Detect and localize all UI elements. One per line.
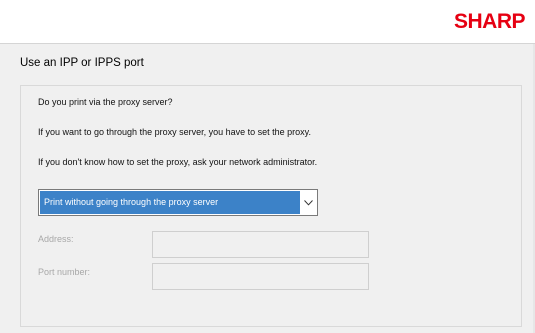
proxy-question: Do you print via the proxy server? xyxy=(38,97,173,107)
header-bar: SHARP xyxy=(0,0,535,43)
proxy-info-line1: If you want to go through the proxy serv… xyxy=(38,127,311,137)
sharp-logo: SHARP xyxy=(453,10,526,33)
port-number-label: Port number: xyxy=(38,267,91,277)
page-title: Use an IPP or IPPS port xyxy=(20,57,144,69)
address-input xyxy=(152,231,369,258)
address-label: Address: xyxy=(38,234,74,244)
proxy-mode-select[interactable]: Print without going through the proxy se… xyxy=(38,189,318,216)
proxy-info-line2: If you don't know how to set the proxy, … xyxy=(38,157,318,167)
port-number-input xyxy=(152,263,369,290)
proxy-mode-selected-value: Print without going through the proxy se… xyxy=(40,191,300,214)
chevron-down-icon[interactable] xyxy=(301,191,315,214)
